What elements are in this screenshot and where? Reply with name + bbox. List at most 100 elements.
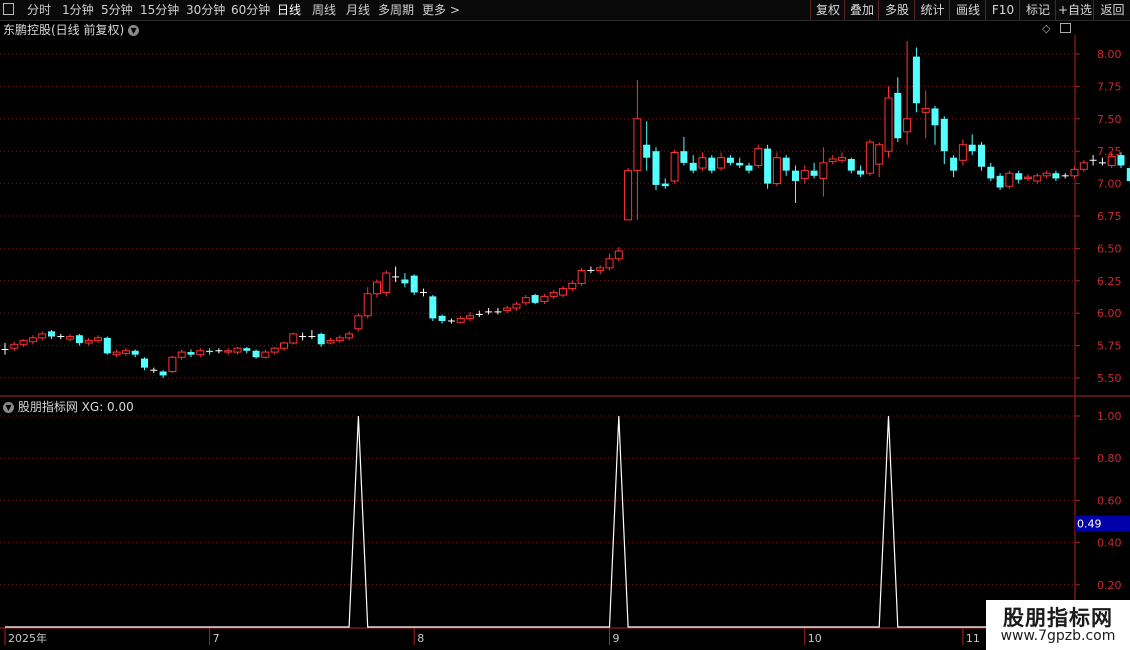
main-y-tick-label-2: 6.00 bbox=[1097, 307, 1122, 320]
toolbar-button-0[interactable]: 复权 bbox=[810, 0, 845, 20]
indicator-series-line bbox=[5, 415, 1130, 628]
candle-body-73 bbox=[680, 151, 688, 163]
candle-body-31 bbox=[289, 333, 298, 344]
candle-body-36 bbox=[335, 337, 344, 341]
candle-body-15 bbox=[141, 358, 148, 368]
candle-body-87 bbox=[810, 170, 818, 176]
ind-y-tick-label-2: 0.60 bbox=[1097, 494, 1122, 507]
candle-body-46 bbox=[429, 296, 437, 319]
period-tab-10[interactable]: 更多 > bbox=[422, 0, 460, 20]
main-y-tick-label-10: 8.00 bbox=[1097, 48, 1122, 61]
period-tab-9[interactable]: 多周期 bbox=[378, 0, 414, 20]
candle-body-44 bbox=[410, 275, 418, 293]
diamond-icon[interactable]: ◇ bbox=[1042, 22, 1050, 35]
candle-body-112 bbox=[1042, 172, 1051, 177]
candle-body-77 bbox=[717, 157, 726, 169]
period-tab-6[interactable]: 日线 bbox=[277, 0, 301, 20]
candle-body-20 bbox=[187, 352, 195, 355]
period-tab-4[interactable]: 30分钟 bbox=[186, 0, 225, 20]
period-toolbar: 分时 1分钟 5分钟 15分钟 30分钟 60分钟 日线 周线 月线 多周期 更多 > 复权 叠加 多股统… bbox=[0, 0, 1130, 21]
window-icon[interactable] bbox=[3, 3, 14, 15]
candle-body-115 bbox=[1070, 168, 1079, 177]
chevron-down-icon[interactable]: ▼ bbox=[128, 25, 140, 36]
indicator-series-label: XG: 0.00 bbox=[81, 400, 134, 414]
toolbar-button-5[interactable]: F10 bbox=[985, 0, 1020, 20]
main-y-tick-label-8: 7.50 bbox=[1097, 113, 1122, 126]
x-tick-label-2: 8 bbox=[417, 632, 424, 645]
candle-body-35 bbox=[326, 339, 335, 344]
candle-body-62 bbox=[577, 269, 586, 284]
candle-body-80 bbox=[745, 165, 753, 171]
candle-body-110 bbox=[1024, 176, 1032, 179]
candle-body-54 bbox=[503, 307, 512, 312]
panel-toggle-icon[interactable] bbox=[1060, 23, 1071, 33]
main-panel-title: 东鹏控股(日线 前复权) bbox=[3, 23, 125, 37]
candle-body-65 bbox=[605, 258, 614, 269]
candle-body-10 bbox=[94, 337, 102, 341]
candle-body-8 bbox=[75, 335, 83, 344]
toolbar-button-3[interactable]: 统计 bbox=[914, 0, 950, 20]
candle-body-85 bbox=[792, 170, 799, 182]
main-y-tick-label-5: 6.75 bbox=[1097, 210, 1122, 223]
toolbar-button-4[interactable]: 画线 bbox=[949, 0, 986, 20]
candle-body-61 bbox=[568, 282, 577, 290]
x-tick-label-0: 2025年 bbox=[8, 631, 47, 645]
candle-body-14 bbox=[131, 350, 139, 355]
candle-body-39 bbox=[363, 293, 372, 317]
candle-body-97 bbox=[903, 118, 912, 133]
candle-body-38 bbox=[354, 315, 363, 330]
candle-body-96 bbox=[894, 92, 902, 139]
candle-body-86 bbox=[800, 170, 809, 179]
candle-body-55 bbox=[512, 303, 521, 309]
period-tab-1[interactable]: 1分钟 bbox=[62, 0, 94, 20]
candle-body-104 bbox=[968, 144, 976, 152]
candle-body-95 bbox=[884, 97, 893, 152]
candle-body-113 bbox=[1052, 173, 1060, 179]
candle-body-18 bbox=[168, 356, 177, 373]
candle-body-4 bbox=[38, 333, 47, 339]
candle-body-103 bbox=[958, 144, 967, 161]
main-y-tick-label-0: 5.50 bbox=[1097, 372, 1122, 385]
toolbar-button-6[interactable]: 标记 bbox=[1019, 0, 1056, 20]
toolbar-button-1[interactable]: 叠加 bbox=[844, 0, 879, 20]
candle-body-2 bbox=[19, 339, 28, 345]
candle-body-24 bbox=[224, 350, 233, 353]
candle-body-47 bbox=[438, 315, 446, 321]
candle-body-101 bbox=[940, 118, 948, 152]
period-tab-8[interactable]: 月线 bbox=[346, 0, 370, 20]
candle-body-120 bbox=[1117, 155, 1125, 166]
period-tab-3[interactable]: 15分钟 bbox=[140, 0, 179, 20]
candle-body-88 bbox=[819, 162, 828, 179]
toolbar-button-8[interactable]: 返回 bbox=[1093, 0, 1130, 20]
x-tick-label-5: 11 bbox=[966, 632, 980, 645]
period-tab-0[interactable]: 分时 bbox=[27, 0, 51, 20]
candle-body-90 bbox=[838, 157, 846, 161]
candle-body-111 bbox=[1033, 175, 1042, 182]
ind-y-tick-label-4: 1.00 bbox=[1097, 410, 1122, 423]
candle-body-3 bbox=[28, 337, 37, 343]
toolbar-button-2[interactable]: 多股 bbox=[878, 0, 915, 20]
candle-body-11 bbox=[103, 337, 111, 354]
toolbar-button-7[interactable]: +自选 bbox=[1055, 0, 1094, 20]
candle-body-59 bbox=[549, 291, 558, 297]
main-y-tick-label-9: 7.75 bbox=[1097, 80, 1122, 93]
candle-body-30 bbox=[280, 342, 288, 349]
candle-body-50 bbox=[466, 315, 474, 319]
candle-body-119 bbox=[1107, 155, 1116, 166]
period-tab-2[interactable]: 5分钟 bbox=[101, 0, 133, 20]
chevron-down-icon[interactable]: ▼ bbox=[3, 402, 14, 413]
candle-body-19 bbox=[177, 351, 186, 358]
main-y-tick-label-3: 6.25 bbox=[1097, 275, 1122, 288]
ind-y-tick-label-1: 0.40 bbox=[1097, 537, 1122, 550]
period-tab-5[interactable]: 60分钟 bbox=[231, 0, 270, 20]
candle-body-64 bbox=[596, 267, 605, 271]
indicator-title: 股朋指标网 bbox=[17, 400, 78, 414]
candle-body-108 bbox=[1005, 172, 1014, 187]
candle-body-12 bbox=[112, 351, 121, 356]
candle-body-7 bbox=[66, 336, 75, 340]
period-tab-7[interactable]: 周线 bbox=[312, 0, 336, 20]
candle-body-70 bbox=[652, 151, 660, 185]
candle-body-66 bbox=[614, 250, 623, 260]
candle-body-74 bbox=[689, 162, 697, 171]
candle-body-13 bbox=[121, 350, 130, 354]
